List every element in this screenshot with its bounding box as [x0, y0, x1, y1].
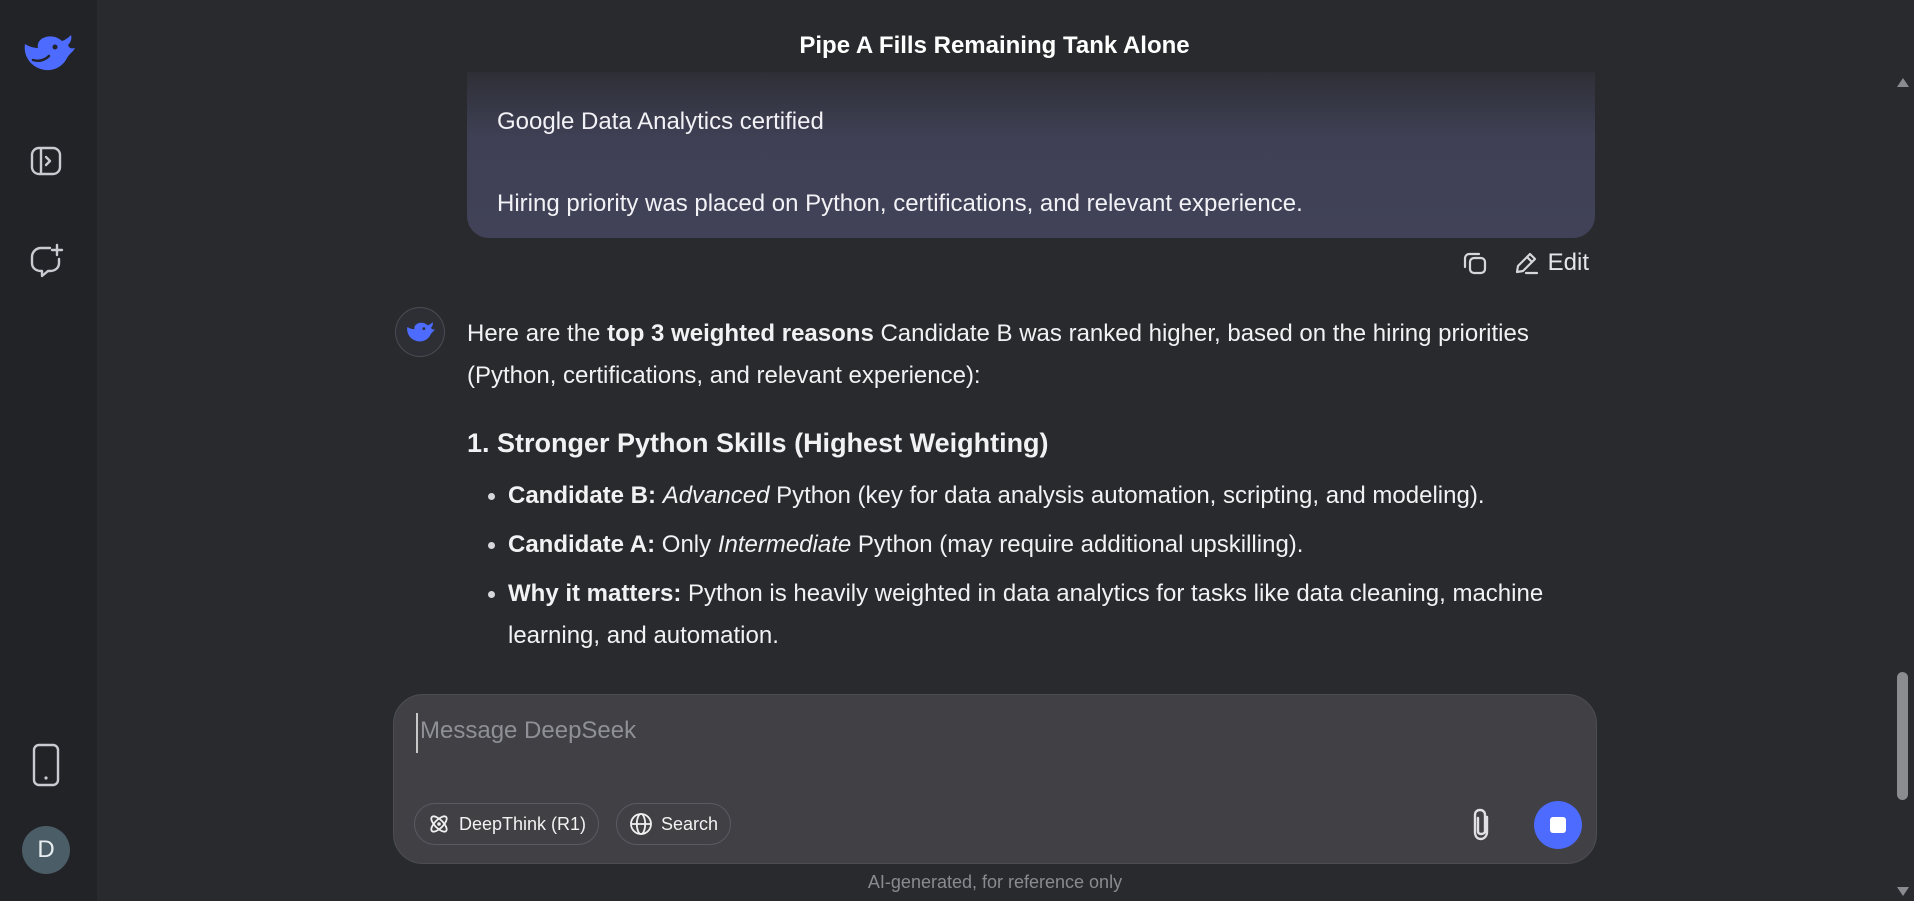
user-message-line: Google Data Analytics certified — [497, 108, 824, 135]
message-input[interactable] — [416, 713, 1516, 753]
search-toggle[interactable]: Search — [616, 803, 732, 845]
deepthink-toggle[interactable]: DeepThink (R1) — [414, 803, 600, 845]
globe-icon — [630, 813, 652, 835]
deepthink-label: DeepThink (R1) — [459, 813, 587, 834]
stop-generation-button[interactable] — [1534, 801, 1582, 849]
message-composer: DeepThink (R1) Search — [393, 694, 1597, 864]
list-item: Candidate B: Advanced Python (key for da… — [467, 475, 1597, 517]
sidebar-toggle-icon — [30, 146, 62, 176]
user-message-line: Hiring priority was placed on Python, ce… — [497, 190, 1303, 217]
scroll-up-arrow-icon[interactable] — [1897, 78, 1909, 87]
scrollbar[interactable] — [1892, 72, 1914, 901]
user-message-bubble: Google Data Analytics certified Hiring p… — [467, 72, 1595, 238]
list-item: Why it matters: Python is heavily weight… — [467, 573, 1597, 657]
section-heading: 1. Stronger Python Skills (Highest Weigh… — [467, 428, 1049, 458]
search-label: Search — [661, 813, 719, 834]
sidebar: D — [0, 0, 97, 901]
app-root: D Pipe A Fills Remaining Tank Alone Goog… — [0, 0, 1914, 901]
deepseek-whale-icon — [407, 322, 435, 342]
pencil-icon — [1515, 252, 1538, 275]
deepseek-logo-icon[interactable] — [19, 30, 77, 76]
atom-icon — [430, 815, 448, 833]
assistant-message: Here are the top 3 weighted reasons Cand… — [467, 313, 1597, 664]
mobile-app-icon — [32, 743, 60, 787]
disclaimer-note: AI-generated, for reference only — [867, 872, 1123, 892]
user-message-actions: Edit — [1460, 248, 1589, 278]
user-avatar[interactable]: D — [22, 826, 70, 874]
new-chat-button[interactable] — [24, 239, 68, 283]
sidebar-toggle-button[interactable] — [24, 139, 68, 183]
paperclip-icon — [1473, 808, 1489, 841]
edit-button[interactable]: Edit — [1512, 249, 1589, 277]
chat-title: Pipe A Fills Remaining Tank Alone — [799, 32, 1190, 59]
list-item: Candidate A: Only Intermediate Python (m… — [467, 524, 1597, 566]
scroll-thumb[interactable] — [1897, 672, 1908, 800]
bullet-list: Candidate B: Advanced Python (key for da… — [467, 475, 1597, 657]
assistant-avatar — [395, 307, 445, 357]
copy-icon[interactable] — [1460, 248, 1490, 278]
edit-label: Edit — [1547, 249, 1589, 276]
new-chat-icon — [30, 243, 64, 278]
assistant-intro: Here are the top 3 weighted reasons Cand… — [467, 320, 1529, 389]
scroll-down-arrow-icon[interactable] — [1897, 887, 1909, 896]
stop-icon — [1550, 817, 1566, 833]
attach-button[interactable] — [1462, 805, 1502, 845]
mobile-app-button[interactable] — [24, 743, 68, 787]
